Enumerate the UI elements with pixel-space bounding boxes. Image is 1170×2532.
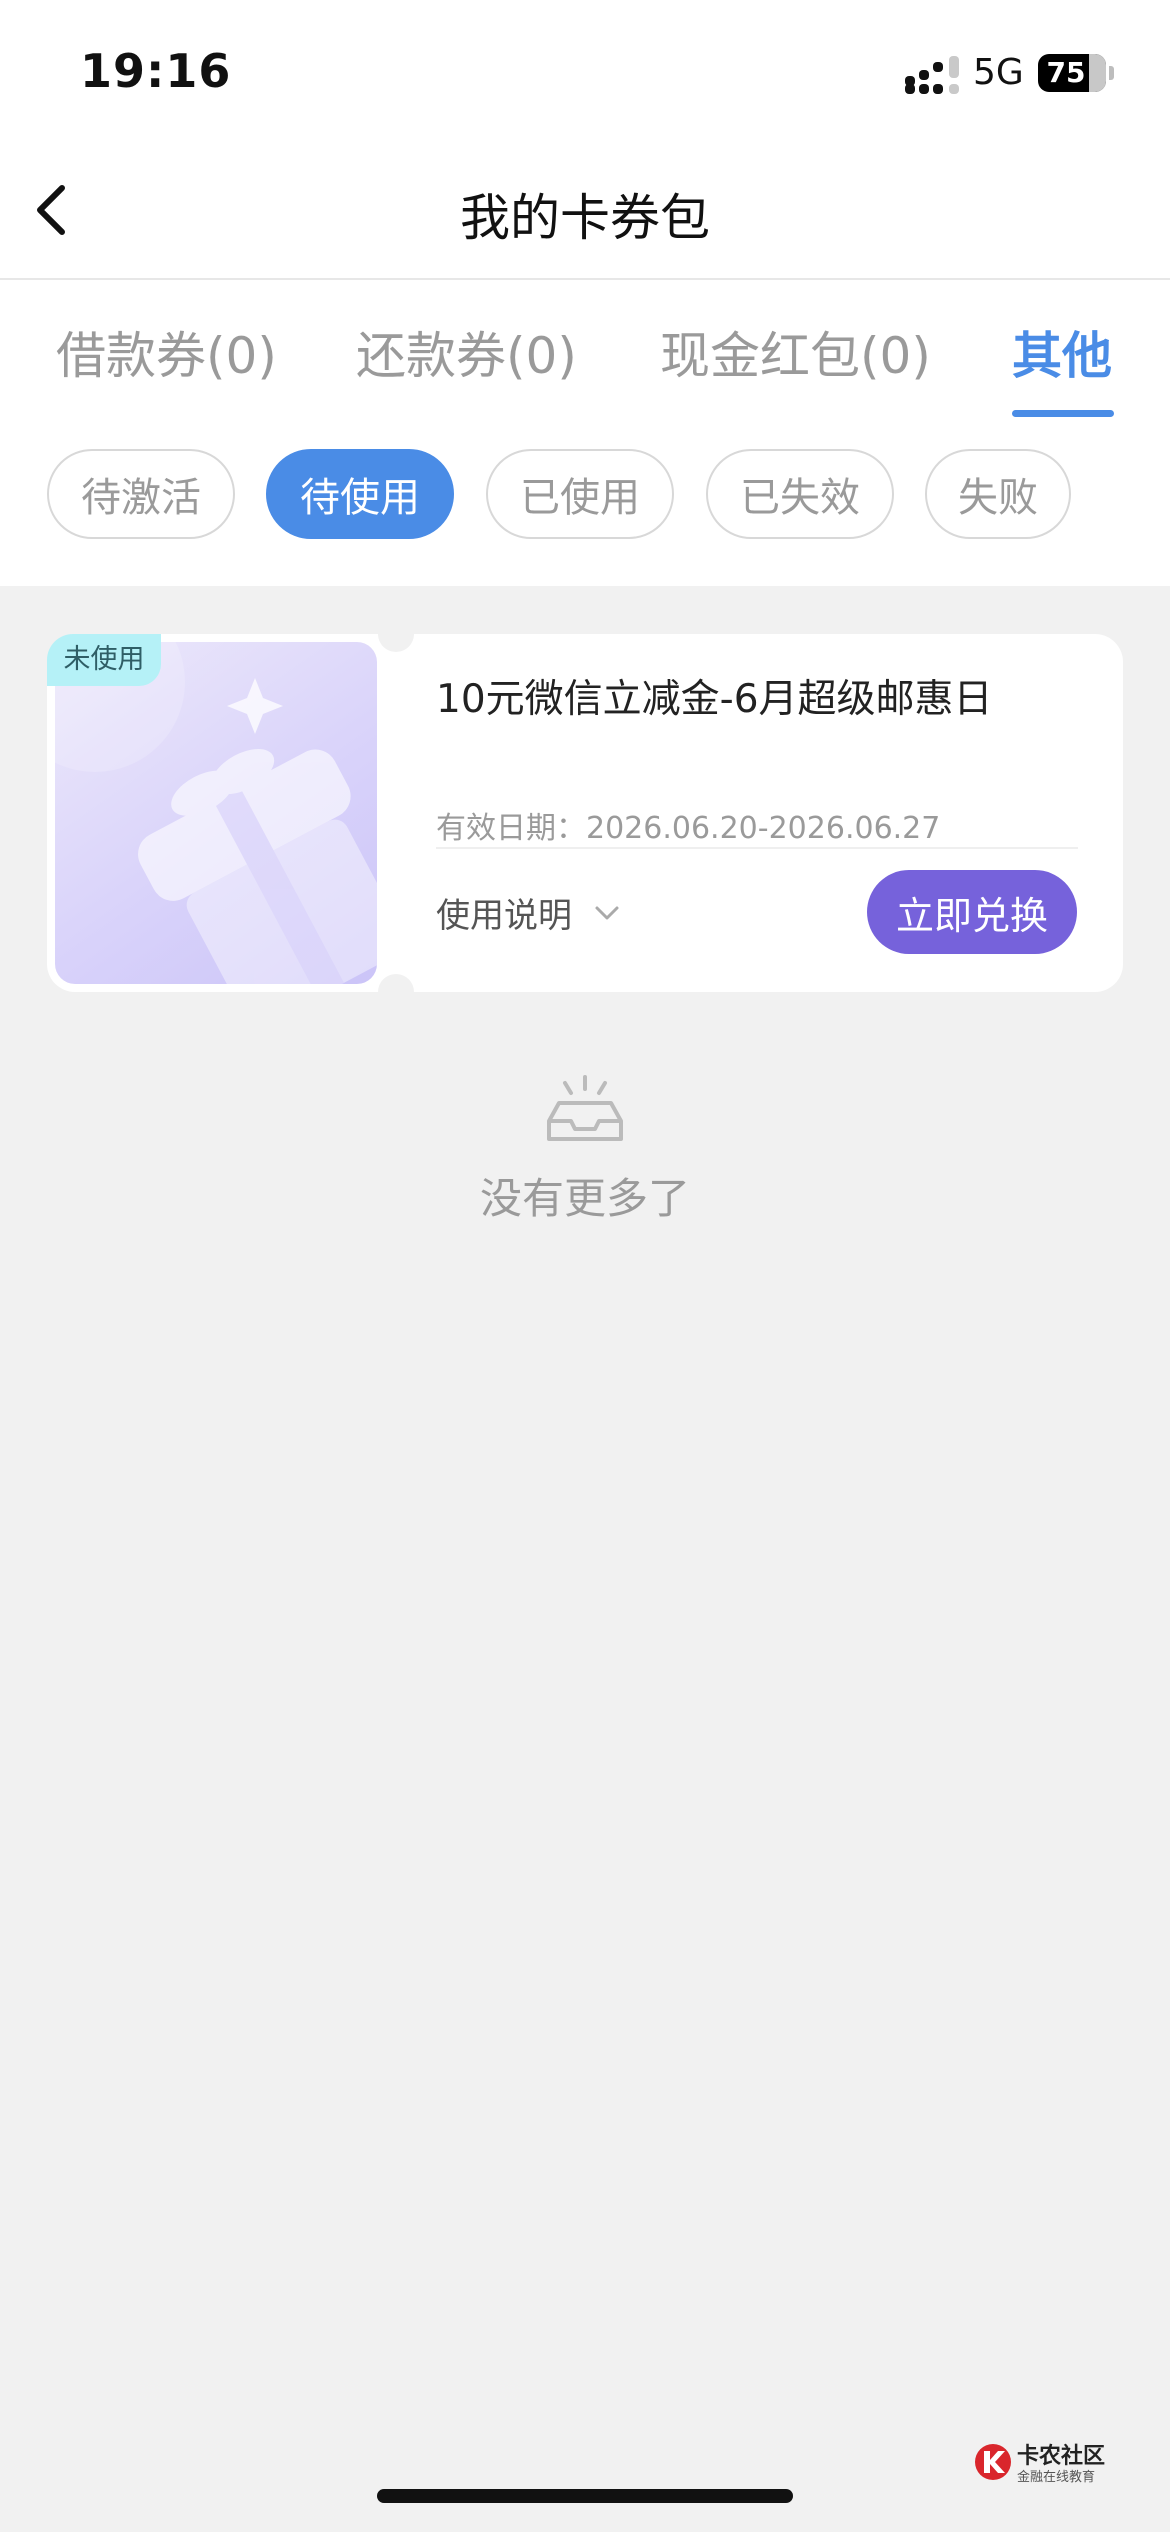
page-title: 我的卡券包: [460, 189, 710, 247]
filter-to-use[interactable]: 待使用: [266, 449, 454, 539]
status-badge: 未使用: [47, 634, 161, 686]
active-tab-underline: [1012, 410, 1114, 417]
header-divider: [0, 278, 1170, 280]
chevron-down-icon: [595, 906, 619, 919]
no-more-text: 没有更多了: [479, 1174, 690, 1223]
usage-instructions-toggle[interactable]: 使用说明: [436, 888, 620, 937]
filter-to-activate[interactable]: 待激活: [47, 449, 235, 539]
status-time: 19:16: [80, 44, 232, 98]
kanong-watermark: 卡农社区 金融在线教育: [973, 2438, 1113, 2486]
battery-level: 75: [1046, 56, 1086, 89]
home-indicator[interactable]: [377, 2489, 793, 2503]
signal-icon: [905, 56, 959, 94]
filter-failed[interactable]: 失败: [925, 449, 1071, 539]
battery-icon: 75: [1038, 54, 1106, 92]
usage-instructions-label: 使用说明: [436, 896, 572, 936]
filter-used[interactable]: 已使用: [486, 449, 674, 539]
kanong-logo: [975, 2444, 1011, 2480]
empty-tray-icon: [547, 1075, 623, 1141]
gift-illustration: [55, 642, 377, 984]
redeem-now-button[interactable]: 立即兑换: [867, 870, 1077, 954]
tab-other[interactable]: 其他: [1012, 316, 1112, 388]
filter-expired[interactable]: 已失效: [706, 449, 894, 539]
network-label: 5G: [973, 52, 1024, 93]
tab-cash-red-packets[interactable]: 现金红包(0): [660, 316, 931, 388]
coupon-title: 10元微信立减金-6月超级邮惠日: [436, 677, 993, 722]
card-notch-top: [378, 616, 414, 652]
tab-repay-coupons[interactable]: 还款券(0): [356, 316, 577, 388]
card-notch-bottom: [378, 974, 414, 1010]
coupon-validity: 有效日期：2026.06.20-2026.06.27: [436, 811, 941, 846]
watermark-tagline: 金融在线教育: [1017, 2470, 1096, 2485]
coupon-divider: [436, 847, 1078, 849]
battery-tip: [1109, 66, 1114, 80]
tab-loan-coupons[interactable]: 借款券(0): [56, 316, 277, 388]
